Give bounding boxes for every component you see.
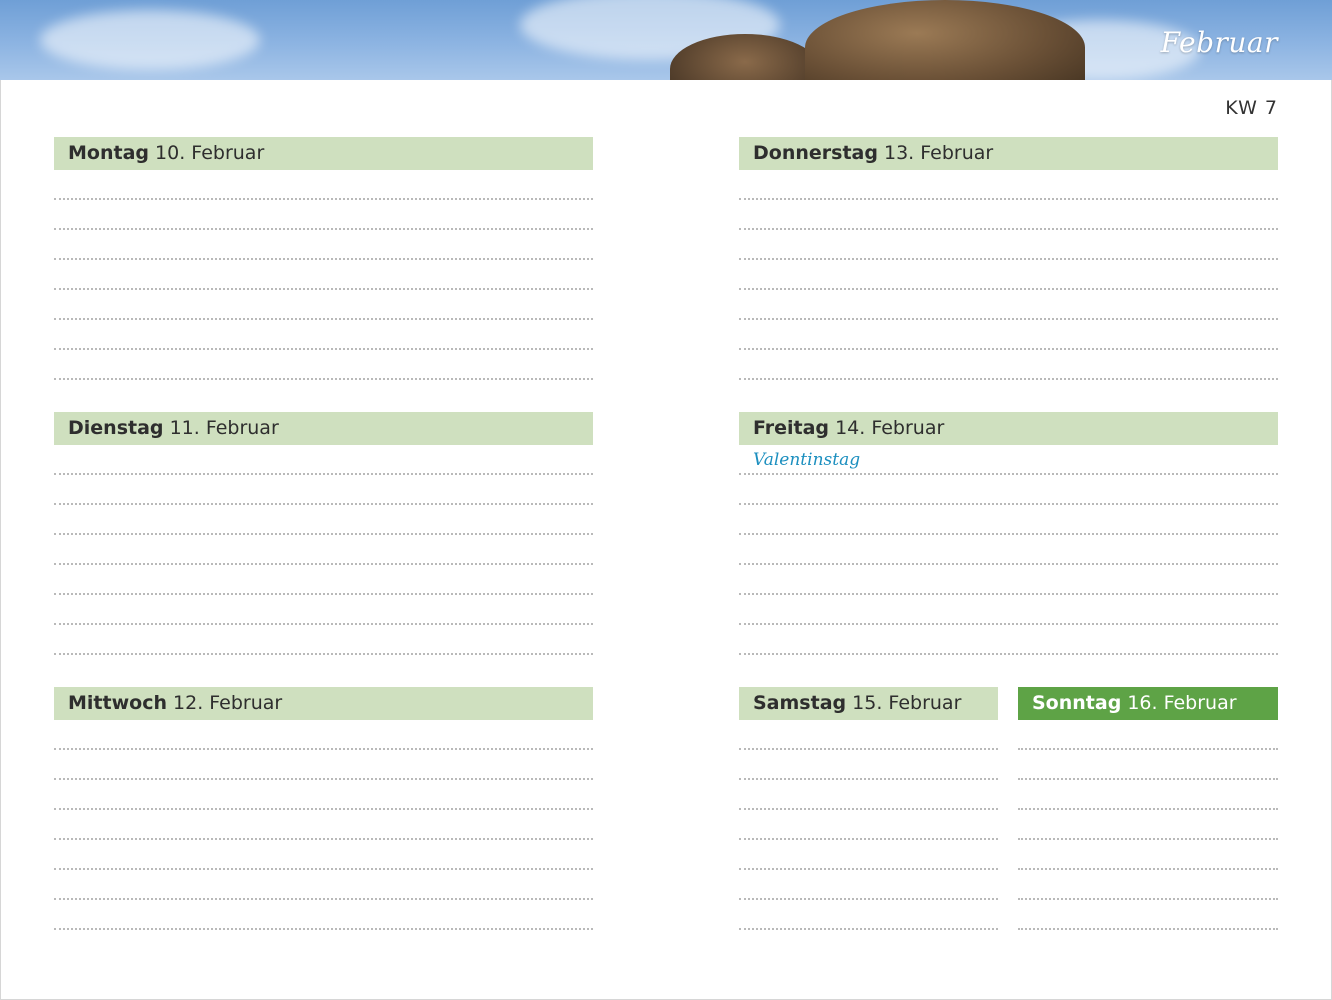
day-name: Sonntag [1032, 692, 1122, 714]
day-name: Samstag [753, 692, 847, 714]
note-lines[interactable] [739, 720, 998, 930]
day-block-wednesday: Mittwoch 12. Februar [54, 687, 593, 930]
day-header: Mittwoch 12. Februar [54, 687, 593, 720]
day-date: 13. Februar [884, 142, 994, 164]
day-name: Freitag [753, 417, 830, 439]
day-name: Montag [68, 142, 149, 164]
day-header: Dienstag 11. Februar [54, 412, 593, 445]
calendar-week-label: KW 7 [1225, 97, 1278, 119]
day-name: Donnerstag [753, 142, 878, 164]
note-lines[interactable] [739, 170, 1278, 380]
day-header: Freitag 14. Februar [739, 412, 1278, 445]
day-date: 16. Februar [1127, 692, 1237, 714]
day-block-sunday: Sonntag 16. Februar [1018, 687, 1278, 930]
day-header: Donnerstag 13. Februar [739, 137, 1278, 170]
day-date: 12. Februar [173, 692, 283, 714]
day-header: Montag 10. Februar [54, 137, 593, 170]
day-name: Dienstag [68, 417, 164, 439]
month-title: Februar [1160, 26, 1278, 59]
note-lines[interactable]: Valentinstag [739, 445, 1278, 655]
day-block-tuesday: Dienstag 11. Februar [54, 412, 593, 655]
note-lines[interactable] [54, 170, 593, 380]
day-header: Sonntag 16. Februar [1018, 687, 1278, 720]
day-name: Mittwoch [68, 692, 167, 714]
note-lines[interactable] [54, 720, 593, 930]
note-lines[interactable] [1018, 720, 1278, 930]
day-header: Samstag 15. Februar [739, 687, 998, 720]
note-lines[interactable] [54, 445, 593, 655]
day-block-monday: Montag 10. Februar [54, 137, 593, 380]
day-block-friday: Freitag 14. Februar Valentinstag [739, 412, 1278, 655]
holiday-note: Valentinstag [753, 450, 861, 470]
day-block-thursday: Donnerstag 13. Februar [739, 137, 1278, 380]
day-date: 10. Februar [155, 142, 265, 164]
day-date: 11. Februar [169, 417, 279, 439]
month-banner-photo: Februar [0, 0, 1332, 80]
day-block-saturday: Samstag 15. Februar [739, 687, 998, 930]
marmot-image [805, 0, 1085, 80]
day-date: 14. Februar [835, 417, 945, 439]
day-date: 15. Februar [852, 692, 962, 714]
